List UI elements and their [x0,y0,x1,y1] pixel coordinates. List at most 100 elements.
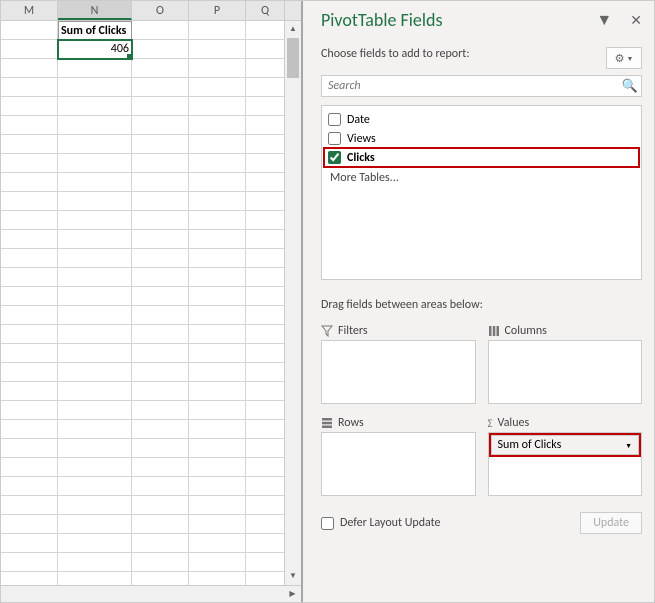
cell[interactable] [58,439,132,458]
cell[interactable] [246,230,285,249]
update-button[interactable]: Update [580,512,642,534]
cell[interactable] [58,249,132,268]
cell[interactable] [132,268,189,287]
cell[interactable] [246,534,285,553]
cell[interactable] [58,344,132,363]
defer-checkbox[interactable] [321,517,334,530]
cell[interactable] [132,116,189,135]
cell[interactable] [132,458,189,477]
cell[interactable] [1,344,58,363]
cell[interactable] [189,534,246,553]
scroll-thumb[interactable] [287,38,299,78]
col-header-q[interactable]: Q [246,1,285,20]
cell[interactable] [246,306,285,325]
gear-button[interactable]: ⚙ ▼ [606,47,642,69]
cell[interactable] [58,59,132,78]
cell[interactable] [246,78,285,97]
cell[interactable] [189,21,246,40]
cell[interactable] [246,344,285,363]
cell[interactable] [246,287,285,306]
cell[interactable] [246,268,285,287]
cell[interactable] [1,59,58,78]
cell[interactable] [1,534,58,553]
cell[interactable] [189,572,246,585]
cell[interactable] [132,40,189,59]
cell[interactable] [246,515,285,534]
cell[interactable] [132,534,189,553]
cell[interactable] [189,458,246,477]
cell[interactable] [189,78,246,97]
pivot-value-cell[interactable]: 406 [58,40,132,59]
cell[interactable] [189,116,246,135]
cell[interactable] [132,477,189,496]
cell[interactable] [189,40,246,59]
cell[interactable] [189,401,246,420]
more-tables-link[interactable]: More Tables... [324,167,639,189]
field-item-clicks[interactable]: Clicks [324,148,639,167]
cell[interactable] [246,192,285,211]
cell[interactable] [189,306,246,325]
cell[interactable] [246,173,285,192]
cell[interactable] [189,59,246,78]
cell[interactable] [58,116,132,135]
cell[interactable] [58,401,132,420]
cell[interactable] [1,325,58,344]
cell[interactable] [1,21,58,40]
cell[interactable] [246,420,285,439]
cell[interactable] [132,97,189,116]
cell[interactable] [58,496,132,515]
close-icon[interactable]: ✕ [630,12,642,29]
field-item-date[interactable]: Date [324,110,639,129]
cell[interactable] [189,211,246,230]
cell[interactable] [246,382,285,401]
cell[interactable] [1,515,58,534]
cell[interactable] [58,268,132,287]
cell[interactable] [189,325,246,344]
cell[interactable] [246,401,285,420]
cell[interactable] [189,553,246,572]
cell[interactable] [58,135,132,154]
cell[interactable] [1,382,58,401]
cell[interactable] [58,154,132,173]
cell[interactable] [132,572,189,585]
pane-menu-icon[interactable]: ▼ [596,11,612,30]
cell[interactable] [132,325,189,344]
cell[interactable] [246,211,285,230]
cell[interactable] [58,477,132,496]
cell[interactable] [58,515,132,534]
col-header-o[interactable]: O [132,1,189,20]
cell[interactable] [58,363,132,382]
cell[interactable] [132,515,189,534]
rows-dropzone[interactable] [321,432,476,496]
cell[interactable] [1,363,58,382]
cell[interactable] [189,477,246,496]
cell[interactable] [246,477,285,496]
cell[interactable] [246,553,285,572]
cell[interactable] [189,230,246,249]
cell[interactable] [1,211,58,230]
cell[interactable] [246,21,285,40]
cell[interactable] [132,78,189,97]
cell[interactable] [1,306,58,325]
cell[interactable] [1,97,58,116]
cell[interactable] [132,439,189,458]
cell[interactable] [132,135,189,154]
cell[interactable] [246,135,285,154]
cell[interactable] [189,268,246,287]
cell[interactable] [132,382,189,401]
cell[interactable] [189,515,246,534]
cell[interactable] [1,496,58,515]
cell[interactable] [132,173,189,192]
cell[interactable] [246,325,285,344]
cell[interactable] [246,40,285,59]
filters-dropzone[interactable] [321,340,476,404]
cell[interactable] [1,40,58,59]
cell[interactable] [1,401,58,420]
cell[interactable] [246,249,285,268]
cell[interactable] [58,553,132,572]
cell[interactable] [58,173,132,192]
cell[interactable] [132,287,189,306]
col-header-n[interactable]: N [58,1,132,20]
cell[interactable] [58,192,132,211]
col-header-m[interactable]: M [1,1,58,20]
